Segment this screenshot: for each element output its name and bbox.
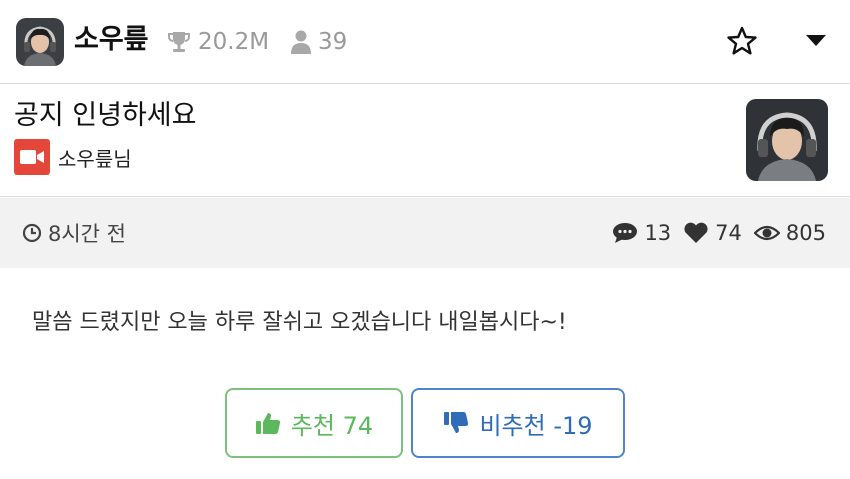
post-stats: 13 74 805 [600,218,826,248]
thumbs-up-icon [255,413,280,434]
author-name: 소우릎님 [58,146,132,171]
trophy-stat: 20.2M [166,26,269,58]
heart-icon [684,222,708,243]
trophy-icon [168,32,190,52]
trophy-count: 20.2M [198,29,270,55]
member-count: 39 [318,29,348,55]
downvote-label: 비추천 -19 [479,411,593,440]
post-title-text: 인녕하세요 [72,100,197,131]
comment-stat[interactable]: 13 [612,221,671,245]
post-category: 공지 [14,100,64,131]
upvote-button[interactable]: 추천 74 [225,388,403,458]
eye-icon [753,225,780,241]
comment-count: 13 [644,221,672,245]
channel-name[interactable]: 소우릎 [74,20,149,60]
member-stat: 39 [290,26,347,58]
star-outline-icon [727,26,757,55]
post-author[interactable]: 소우릎님 [14,139,132,175]
menu-dropdown-button[interactable] [800,28,832,54]
downvote-button[interactable]: 비추천 -19 [411,388,625,458]
like-stat[interactable]: 74 [683,221,742,245]
video-camera-icon [20,150,44,164]
comment-icon [613,223,638,243]
caret-down-icon [806,35,826,46]
post-content: 말씀 드렸지만 오늘 하루 잘쉬고 오겠습니다 내일봅시다~! 추천 74 비추… [2,268,848,479]
post-thumbnail[interactable] [746,99,828,181]
clock-icon [22,223,42,243]
like-count: 74 [715,221,742,245]
video-badge [14,139,50,175]
view-stat: 805 [753,221,826,245]
post-title: 공지 인녕하세요 [14,97,196,135]
post-body: 말씀 드렸지만 오늘 하루 잘쉬고 오겠습니다 내일봅시다~! [32,310,567,335]
upvote-label: 추천 74 [290,411,374,440]
post-time-text: 8시간 전 [48,222,126,246]
post-time: 8시간 전 [22,218,126,248]
view-count: 805 [785,221,826,245]
thumbs-down-icon [444,412,469,433]
favorite-button[interactable] [724,24,760,58]
user-icon [291,30,311,54]
channel-header: 소우릎 20.2M 39 [0,0,850,84]
channel-avatar[interactable] [16,18,64,66]
post-header: 공지 인녕하세요 소우릎님 [0,85,850,197]
post-meta-bar: 8시간 전 13 74 805 [0,198,850,268]
